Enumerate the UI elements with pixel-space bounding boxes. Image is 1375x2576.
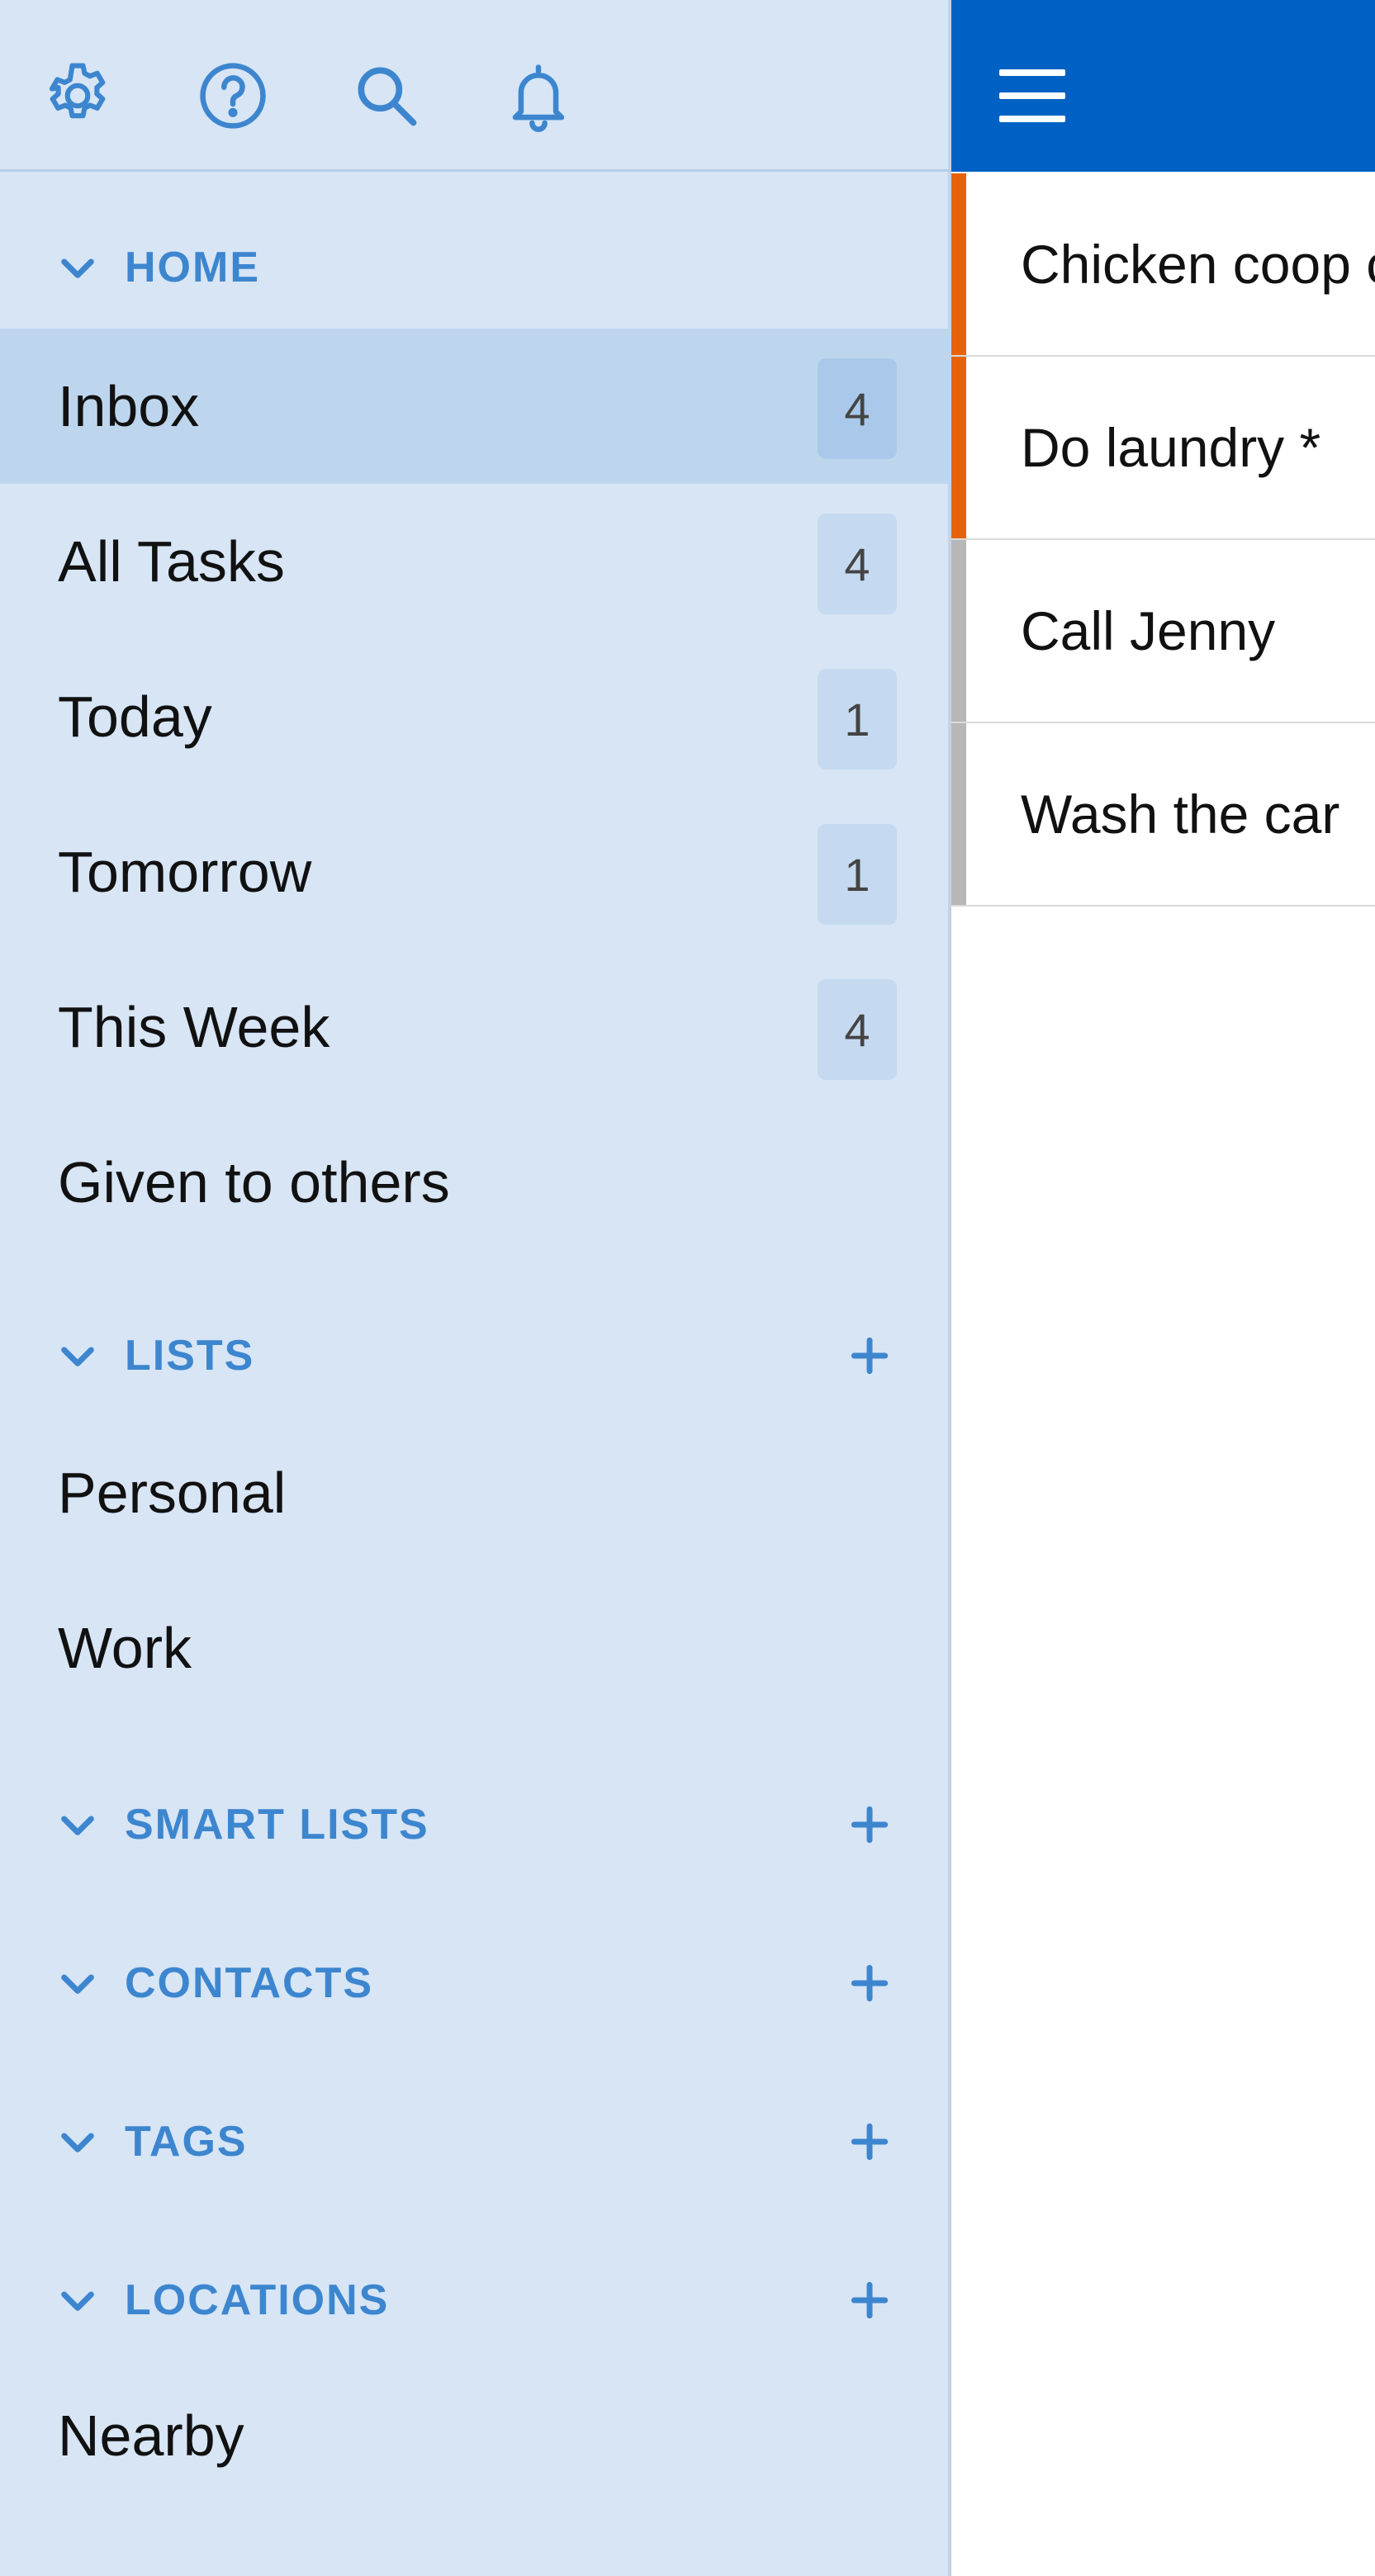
chevron-down-icon [61,1347,94,1366]
section-header-smart-lists[interactable]: SMART LISTS [0,1783,951,1866]
sidebar-item-label: All Tasks [58,529,285,594]
chevron-down-icon [61,258,94,278]
settings-icon[interactable] [40,58,116,134]
sidebar-item-work[interactable]: Work [0,1570,951,1726]
section-header-lists[interactable]: LISTS [0,1314,951,1397]
add-tag-icon[interactable] [846,2119,893,2165]
task-title: Wash the car [1021,784,1340,845]
help-icon[interactable] [195,58,271,134]
section-label: LISTS [125,1332,255,1380]
task-title: Do laundry * [1021,417,1321,478]
task-row[interactable]: Wash the car [951,723,1375,907]
priority-stripe [951,173,966,355]
section-header-contacts[interactable]: CONTACTS [0,1942,951,2024]
sidebar-item-label: Given to others [58,1150,450,1215]
sidebar-item-label: Today [58,684,212,749]
chevron-down-icon [61,2133,94,2152]
priority-stripe [951,357,966,538]
priority-stripe [951,723,966,905]
bell-icon[interactable] [500,58,576,134]
section-label: CONTACTS [125,1959,374,2007]
chevron-down-icon [61,2291,94,2311]
section-label: HOME [125,244,260,291]
count-badge: 4 [818,514,897,614]
task-row[interactable]: Call Jenny [951,540,1375,723]
task-title: Call Jenny [1021,600,1276,661]
chevron-down-icon [61,1974,94,1994]
sidebar-item-label: This Week [58,995,330,1059]
section-label: LOCATIONS [125,2276,390,2324]
sidebar-item-inbox[interactable]: Inbox 4 [0,329,951,484]
add-list-icon[interactable] [846,1333,893,1379]
task-row[interactable]: Chicken coop c [951,173,1375,357]
add-location-icon[interactable] [846,2277,893,2323]
count-badge: 1 [818,824,897,925]
search-icon[interactable] [348,58,424,134]
section-header-home[interactable]: HOME [0,226,951,309]
task-row[interactable]: Do laundry * [951,357,1375,540]
task-title: Chicken coop c [1021,234,1375,295]
section-label: TAGS [125,2118,248,2166]
hamburger-menu-icon[interactable] [999,69,1069,124]
sidebar: HOME Inbox 4 All Tasks 4 Today 1 Tomorro… [0,0,951,2576]
sidebar-toolbar [0,0,951,172]
main-header [951,0,1375,172]
sidebar-item-nearby[interactable]: Nearby [0,2358,951,2513]
count-badge: 4 [818,979,897,1080]
sidebar-item-label: Nearby [58,2403,244,2468]
sidebar-item-tomorrow[interactable]: Tomorrow 1 [0,794,951,949]
section-label: SMART LISTS [125,1801,429,1849]
sidebar-item-given-to-others[interactable]: Given to others [0,1105,951,1260]
priority-stripe [951,540,966,722]
sidebar-item-all-tasks[interactable]: All Tasks 4 [0,484,951,639]
sidebar-item-personal[interactable]: Personal [0,1415,951,1570]
sidebar-item-this-week[interactable]: This Week 4 [0,949,951,1105]
count-badge: 4 [818,358,897,459]
sidebar-item-label: Personal [58,1461,287,1525]
sidebar-item-today[interactable]: Today 1 [0,639,951,794]
add-contact-icon[interactable] [846,1960,893,2006]
section-header-tags[interactable]: TAGS [0,2100,951,2183]
sidebar-item-label: Tomorrow [58,840,312,904]
count-badge: 1 [818,669,897,769]
add-smart-list-icon[interactable] [846,1802,893,1848]
sidebar-item-label: Inbox [58,374,200,438]
section-header-locations[interactable]: LOCATIONS [0,2259,951,2342]
chevron-down-icon [61,1816,94,1835]
sidebar-item-label: Work [58,1616,192,1680]
